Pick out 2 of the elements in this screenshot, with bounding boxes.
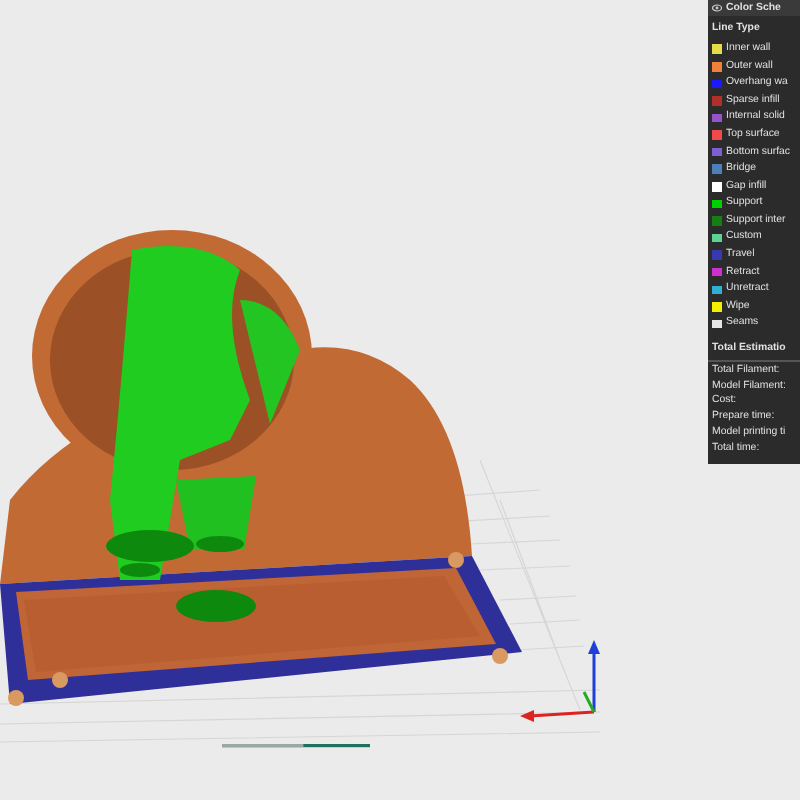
axes-icon: [520, 640, 600, 722]
eye-icon[interactable]: [712, 4, 722, 13]
